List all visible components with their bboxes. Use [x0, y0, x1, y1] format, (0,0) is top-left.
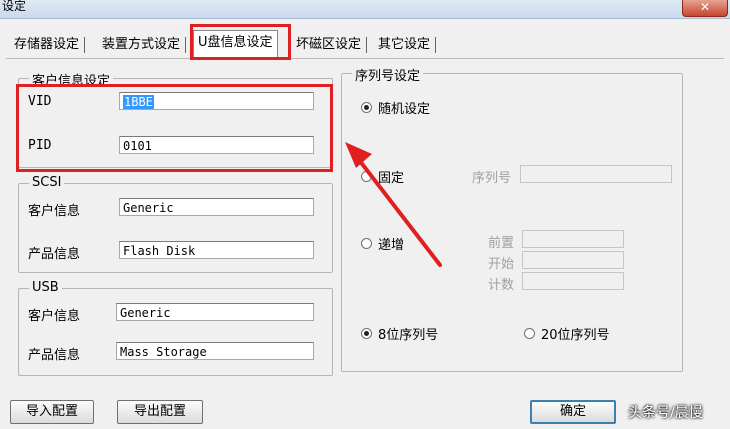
- watermark: 头条号/晨慢: [628, 405, 703, 421]
- annotation-arrow-icon: [345, 142, 442, 267]
